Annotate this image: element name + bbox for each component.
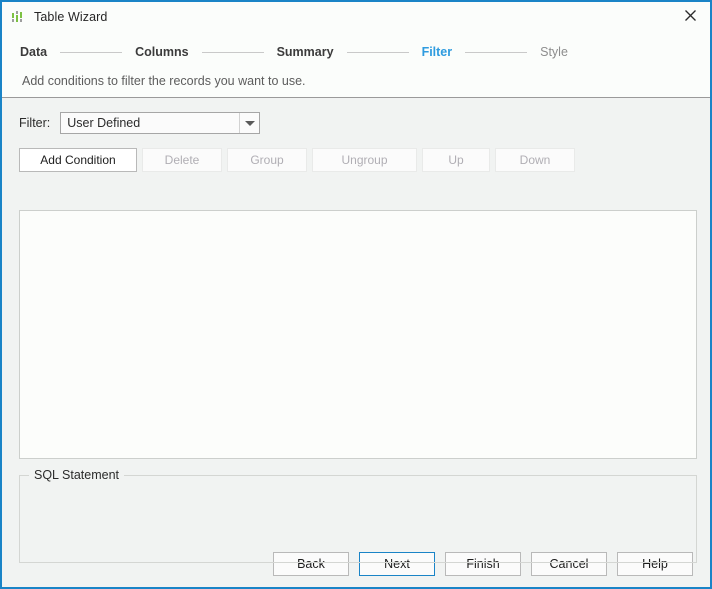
filter-row: Filter: User Defined xyxy=(2,98,710,134)
ungroup-button[interactable]: Ungroup xyxy=(312,148,417,172)
filter-selected-value: User Defined xyxy=(61,116,140,130)
title-bar: Table Wizard xyxy=(2,2,710,31)
wizard-description: Add conditions to filter the records you… xyxy=(2,61,710,88)
filter-label: Filter: xyxy=(19,116,50,130)
add-condition-button[interactable]: Add Condition xyxy=(19,148,137,172)
chevron-down-icon[interactable] xyxy=(239,113,259,133)
bar-chart-icon xyxy=(10,9,26,25)
close-button[interactable] xyxy=(670,2,710,29)
delete-button[interactable]: Delete xyxy=(142,148,222,172)
sql-statement-legend: SQL Statement xyxy=(29,468,124,482)
wizard-step-data[interactable]: Data xyxy=(20,45,47,59)
sql-statement-group xyxy=(19,475,697,563)
table-wizard-window: Table Wizard Data Columns Summary Filter… xyxy=(0,0,712,589)
down-button[interactable]: Down xyxy=(495,148,575,172)
caret-shape xyxy=(245,121,255,126)
wizard-step-summary[interactable]: Summary xyxy=(277,45,334,59)
wizard-body: Filter: User Defined Add Condition Delet… xyxy=(2,98,710,540)
step-connector xyxy=(60,52,122,53)
step-connector xyxy=(202,52,264,53)
window-title: Table Wizard xyxy=(34,10,107,24)
up-button[interactable]: Up xyxy=(422,148,490,172)
close-icon xyxy=(684,9,697,22)
filter-select[interactable]: User Defined xyxy=(60,112,260,134)
wizard-step-nav: Data Columns Summary Filter Style xyxy=(2,31,710,61)
wizard-step-filter[interactable]: Filter xyxy=(422,45,453,59)
wizard-step-columns[interactable]: Columns xyxy=(135,45,188,59)
group-button[interactable]: Group xyxy=(227,148,307,172)
wizard-header: Data Columns Summary Filter Style Add co… xyxy=(2,31,710,98)
step-connector xyxy=(465,52,527,53)
step-connector xyxy=(347,52,409,53)
wizard-step-style[interactable]: Style xyxy=(540,45,568,59)
condition-toolbar: Add Condition Delete Group Ungroup Up Do… xyxy=(2,134,710,172)
conditions-list-panel[interactable] xyxy=(19,210,697,459)
